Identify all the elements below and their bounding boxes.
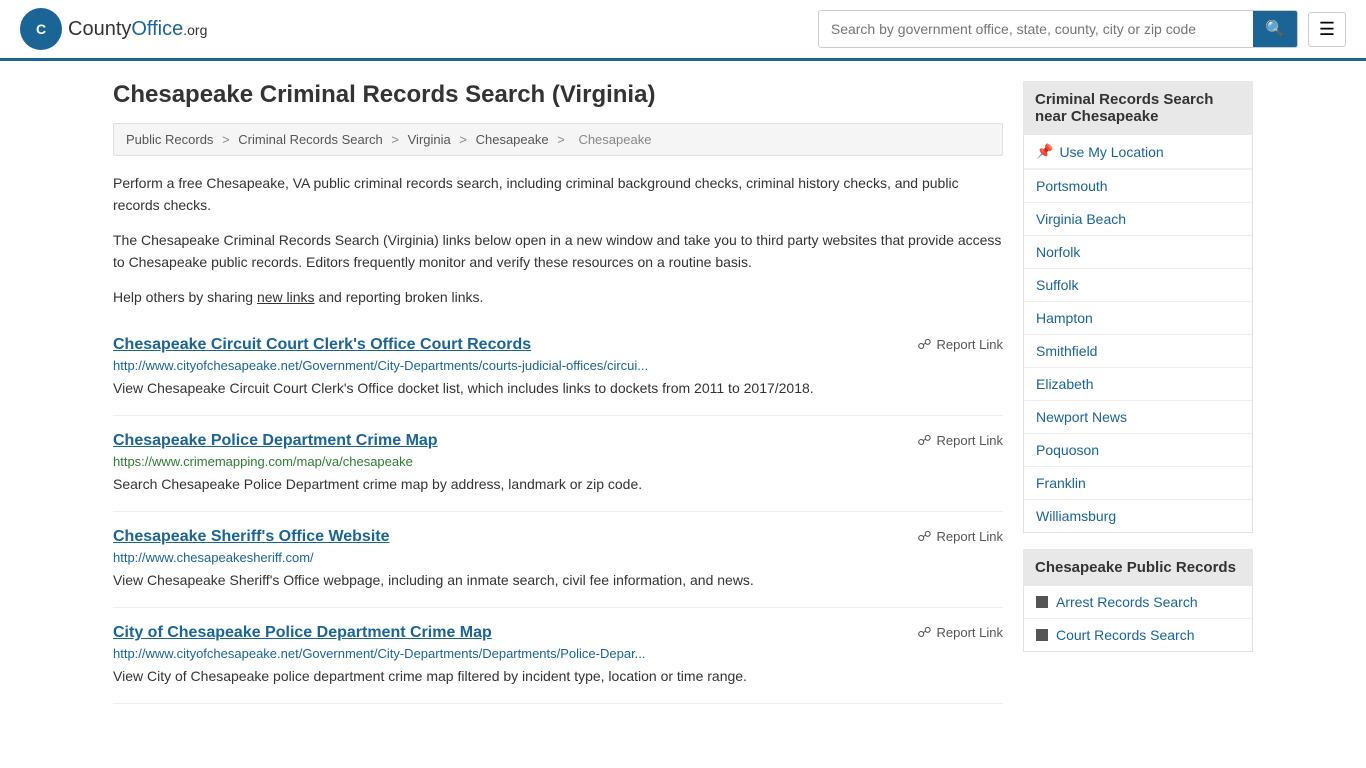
result-desc-3: View City of Chesapeake police departmen… xyxy=(113,666,1003,687)
breadcrumb-virginia[interactable]: Virginia xyxy=(408,132,451,147)
nearby-city-item[interactable]: Smithfield xyxy=(1024,335,1252,368)
nearby-city-item[interactable]: Hampton xyxy=(1024,302,1252,335)
result-header: Chesapeake Sheriff's Office Website ☍ Re… xyxy=(113,528,1003,546)
nearby-city-item[interactable]: Norfolk xyxy=(1024,236,1252,269)
nearby-city-0[interactable]: Portsmouth xyxy=(1024,170,1252,202)
nearby-section: Criminal Records Search near Chesapeake … xyxy=(1023,81,1253,533)
nearby-list: 📌 Use My Location PortsmouthVirginia Bea… xyxy=(1023,135,1253,533)
menu-button[interactable]: ☰ xyxy=(1308,12,1346,47)
svg-text:C: C xyxy=(36,21,46,37)
public-record-item[interactable]: Arrest Records Search xyxy=(1024,586,1252,619)
sidebar: Criminal Records Search near Chesapeake … xyxy=(1023,81,1253,704)
nearby-city-2[interactable]: Norfolk xyxy=(1024,236,1252,268)
result-url-2: http://www.chesapeakesheriff.com/ xyxy=(113,550,1003,565)
description-3: Help others by sharing new links and rep… xyxy=(113,286,1003,308)
result-url-0: http://www.cityofchesapeake.net/Governme… xyxy=(113,358,1003,373)
page-title: Chesapeake Criminal Records Search (Virg… xyxy=(113,81,1003,109)
breadcrumb-public-records[interactable]: Public Records xyxy=(126,132,213,147)
nearby-city-10[interactable]: Williamsburg xyxy=(1024,500,1252,532)
breadcrumb-chesapeake-county[interactable]: Chesapeake xyxy=(476,132,549,147)
description-2: The Chesapeake Criminal Records Search (… xyxy=(113,229,1003,274)
result-title-3[interactable]: City of Chesapeake Police Department Cri… xyxy=(113,624,492,642)
public-records-list: Arrest Records Search Court Records Sear… xyxy=(1023,586,1253,652)
report-icon-3: ☍ xyxy=(917,624,931,641)
location-icon: 📌 xyxy=(1036,143,1053,160)
new-links[interactable]: new links xyxy=(257,289,315,305)
result-desc-1: Search Chesapeake Police Department crim… xyxy=(113,474,1003,495)
use-location-link[interactable]: 📌 Use My Location xyxy=(1024,135,1252,169)
result-header: Chesapeake Police Department Crime Map ☍… xyxy=(113,432,1003,450)
nearby-city-6[interactable]: Elizabeth xyxy=(1024,368,1252,400)
main-content: Chesapeake Criminal Records Search (Virg… xyxy=(113,81,1003,704)
result-header: City of Chesapeake Police Department Cri… xyxy=(113,624,1003,642)
nearby-header: Criminal Records Search near Chesapeake xyxy=(1023,81,1253,135)
nearby-city-item[interactable]: Elizabeth xyxy=(1024,368,1252,401)
nearby-city-item[interactable]: Virginia Beach xyxy=(1024,203,1252,236)
nearby-city-item[interactable]: Poquoson xyxy=(1024,434,1252,467)
result-desc-2: View Chesapeake Sheriff's Office webpage… xyxy=(113,570,1003,591)
nearby-city-5[interactable]: Smithfield xyxy=(1024,335,1252,367)
nearby-city-item[interactable]: Portsmouth xyxy=(1024,170,1252,203)
report-link-0[interactable]: ☍ Report Link xyxy=(917,336,1003,353)
search-bar: 🔍 xyxy=(818,10,1298,48)
report-link-1[interactable]: ☍ Report Link xyxy=(917,432,1003,449)
public-record-item[interactable]: Court Records Search xyxy=(1024,619,1252,651)
nearby-city-item[interactable]: Suffolk xyxy=(1024,269,1252,302)
result-item: Chesapeake Police Department Crime Map ☍… xyxy=(113,416,1003,512)
result-item: City of Chesapeake Police Department Cri… xyxy=(113,608,1003,704)
header: C CountyOffice.org 🔍 ☰ xyxy=(0,0,1366,61)
report-icon-0: ☍ xyxy=(917,336,931,353)
report-icon-2: ☍ xyxy=(917,528,931,545)
result-desc-0: View Chesapeake Circuit Court Clerk's Of… xyxy=(113,378,1003,399)
public-records-section: Chesapeake Public Records Arrest Records… xyxy=(1023,549,1253,652)
nearby-city-item[interactable]: Franklin xyxy=(1024,467,1252,500)
results-container: Chesapeake Circuit Court Clerk's Office … xyxy=(113,320,1003,704)
search-button[interactable]: 🔍 xyxy=(1253,11,1297,47)
nearby-city-1[interactable]: Virginia Beach xyxy=(1024,203,1252,235)
report-icon-1: ☍ xyxy=(917,432,931,449)
public-record-icon-0 xyxy=(1036,596,1048,608)
breadcrumb: Public Records > Criminal Records Search… xyxy=(113,123,1003,156)
result-url-1: https://www.crimemapping.com/map/va/ches… xyxy=(113,454,1003,469)
use-location-item[interactable]: 📌 Use My Location xyxy=(1024,135,1252,170)
result-title-0[interactable]: Chesapeake Circuit Court Clerk's Office … xyxy=(113,336,531,354)
public-records-header: Chesapeake Public Records xyxy=(1023,549,1253,586)
nearby-city-item[interactable]: Newport News xyxy=(1024,401,1252,434)
description-1: Perform a free Chesapeake, VA public cri… xyxy=(113,172,1003,217)
nearby-city-item[interactable]: Williamsburg xyxy=(1024,500,1252,532)
logo-text: CountyOffice.org xyxy=(68,18,207,41)
result-title-2[interactable]: Chesapeake Sheriff's Office Website xyxy=(113,528,390,546)
nearby-city-4[interactable]: Hampton xyxy=(1024,302,1252,334)
main-container: Chesapeake Criminal Records Search (Virg… xyxy=(93,61,1273,724)
logo[interactable]: C CountyOffice.org xyxy=(20,8,207,50)
result-url-3: http://www.cityofchesapeake.net/Governme… xyxy=(113,646,1003,661)
breadcrumb-criminal-records[interactable]: Criminal Records Search xyxy=(238,132,383,147)
report-link-3[interactable]: ☍ Report Link xyxy=(917,624,1003,641)
public-record-link-0[interactable]: Arrest Records Search xyxy=(1024,586,1252,618)
report-link-2[interactable]: ☍ Report Link xyxy=(917,528,1003,545)
public-record-icon-1 xyxy=(1036,629,1048,641)
public-record-link-1[interactable]: Court Records Search xyxy=(1024,619,1252,651)
result-title-1[interactable]: Chesapeake Police Department Crime Map xyxy=(113,432,438,450)
result-item: Chesapeake Sheriff's Office Website ☍ Re… xyxy=(113,512,1003,608)
nearby-city-7[interactable]: Newport News xyxy=(1024,401,1252,433)
nearby-city-9[interactable]: Franklin xyxy=(1024,467,1252,499)
nearby-city-3[interactable]: Suffolk xyxy=(1024,269,1252,301)
nearby-city-8[interactable]: Poquoson xyxy=(1024,434,1252,466)
search-input[interactable] xyxy=(819,13,1253,45)
result-item: Chesapeake Circuit Court Clerk's Office … xyxy=(113,320,1003,416)
header-right: 🔍 ☰ xyxy=(818,10,1346,48)
breadcrumb-current: Chesapeake xyxy=(578,132,651,147)
logo-icon: C xyxy=(20,8,62,50)
use-location-label: Use My Location xyxy=(1059,144,1163,160)
result-header: Chesapeake Circuit Court Clerk's Office … xyxy=(113,336,1003,354)
